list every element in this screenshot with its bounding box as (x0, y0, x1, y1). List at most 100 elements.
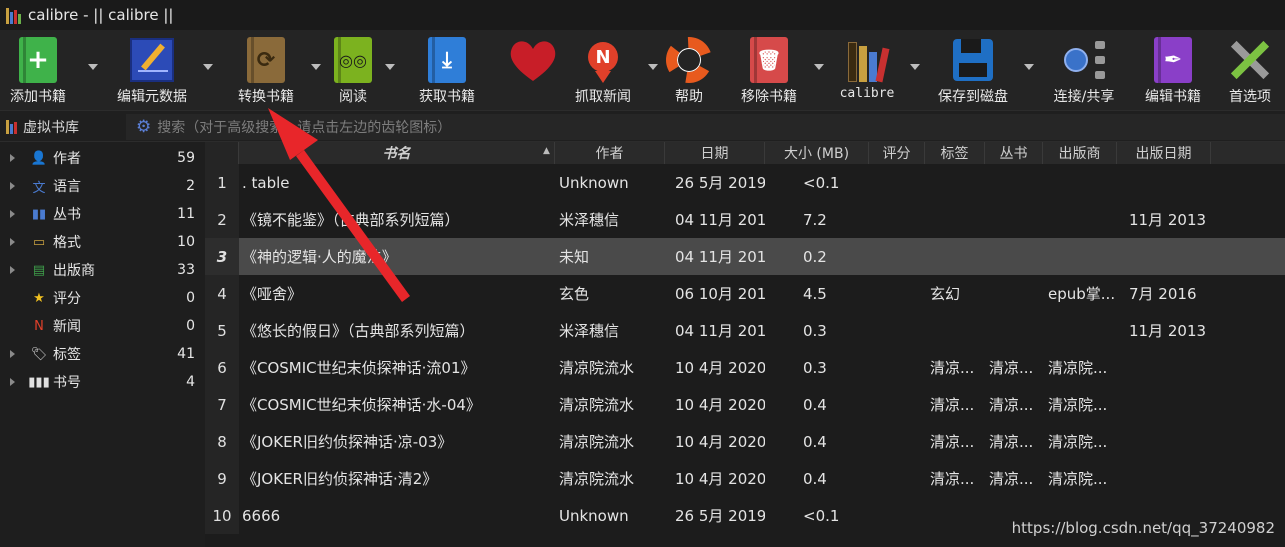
virtual-library-icon (6, 120, 17, 134)
column-header[interactable]: 出版日期 (1117, 142, 1211, 164)
sidebar-item[interactable]: ▤ 出版商 33 (0, 256, 205, 284)
cell-series (985, 312, 1043, 349)
expand-arrow-icon[interactable] (10, 266, 15, 274)
sidebar-item[interactable]: ▮▮▮ 书号 4 (0, 368, 205, 396)
identifier-icon: ▮▮▮ (28, 374, 50, 390)
remove-book-button[interactable]: 🗑 移除书籍 (736, 30, 802, 110)
remove-book-icon: 🗑 (744, 35, 794, 85)
sidebar-item[interactable]: 🏷 标签 41 (0, 340, 205, 368)
table-row[interactable]: 8 《JOKER旧约侦探神话·凉-03》 清凉院流水 10 4月 2020 0.4 清凉.… (205, 423, 1285, 460)
table-row[interactable]: 9 《JOKER旧约侦探神话·清2》 清凉院流水 10 4月 2020 0.4 清凉...… (205, 460, 1285, 497)
sidebar-item[interactable]: N 新闻 0 (0, 312, 205, 340)
table-row[interactable]: 6 《COSMIC世纪末侦探神话·流01》 清凉院流水 10 4月 2020 0.3 清凉… (205, 349, 1285, 386)
cell-rating (869, 386, 925, 423)
row-number: 4 (205, 275, 239, 312)
tag-icon: 🏷 (30, 346, 48, 362)
expand-arrow-icon[interactable] (10, 210, 15, 218)
column-header[interactable]: 评分 (869, 142, 925, 164)
read-book-dropdown-arrow[interactable] (385, 64, 395, 70)
sidebar-item-label: 出版商 (53, 263, 95, 279)
remove-book-dropdown-arrow[interactable] (814, 64, 824, 70)
sidebar-item-count: 2 (186, 178, 195, 194)
get-books-icon: ⤓ (422, 35, 472, 85)
sidebar-item-count: 59 (177, 150, 195, 166)
expand-arrow-icon[interactable] (10, 154, 15, 162)
sidebar-item[interactable]: 文语言 2 (0, 172, 205, 200)
help-button[interactable]: 帮助 (664, 30, 714, 110)
sidebar-item-label: 标签 (53, 347, 81, 363)
cell-publisher: 清凉院... (1048, 359, 1108, 377)
cell-title: 《神的逻辑·人的魔法》 (242, 248, 397, 266)
edit-metadata-dropdown-arrow[interactable] (203, 64, 213, 70)
sidebar-item-label: 新闻 (53, 319, 81, 335)
cell-pubdate (1117, 164, 1211, 201)
donate-heart-button[interactable] (506, 30, 560, 110)
cell-title: 《哑舍》 (242, 285, 303, 303)
expand-arrow-icon[interactable] (10, 350, 15, 358)
add-book-dropdown-arrow[interactable] (88, 64, 98, 70)
get-books-button[interactable]: ⤓ 获取书籍 (414, 30, 480, 110)
sidebar-item-count: 4 (186, 374, 195, 390)
expand-arrow-icon[interactable] (10, 378, 15, 386)
column-header[interactable]: 日期 (665, 142, 765, 164)
add-book-button[interactable]: + 添加书籍 (8, 30, 68, 110)
sidebar-item[interactable]: ▮▮ 丛书 11 (0, 200, 205, 228)
gear-icon[interactable]: ⚙ (136, 117, 151, 137)
sidebar-item[interactable]: ▭ 格式 10 (0, 228, 205, 256)
read-book-button[interactable]: ◎◎ 阅读 (328, 30, 378, 110)
series-icon: ▮▮ (31, 206, 47, 222)
column-header[interactable]: 作者 (555, 142, 665, 164)
row-number: 9 (205, 460, 239, 497)
save-to-disk-dropdown-arrow[interactable] (1024, 64, 1034, 70)
sidebar-item[interactable]: 👤 作者 59 (0, 144, 205, 172)
sort-ascending-icon[interactable]: ▲ (543, 146, 550, 156)
table-header: 书名 ▲ 作者 日期 大小 (MB) 评分 标签 丛书 出版商 出版日期 (205, 142, 1285, 164)
table-row[interactable]: 4《哑舍》 玄色 06 10月 2019 4.5 玄幻 epub掌... 7月 2016 (205, 275, 1285, 312)
edit-book-button[interactable]: ✒ 编辑书籍 (1142, 30, 1204, 110)
cell-series (985, 201, 1043, 238)
column-header[interactable]: 标签 (925, 142, 985, 164)
column-header[interactable]: 出版商 (1043, 142, 1117, 164)
sidebar-item-label: 语言 (53, 179, 81, 195)
library-button[interactable]: calibre (836, 30, 898, 110)
cell-pubdate (1117, 423, 1211, 460)
cell-size: 0.3 (803, 358, 827, 377)
heart-icon (508, 35, 558, 85)
edit-metadata-button[interactable]: 编辑元数据 (112, 30, 192, 110)
column-header[interactable]: 丛书 (985, 142, 1043, 164)
convert-book-dropdown-arrow[interactable] (311, 64, 321, 70)
cell-date: 10 4月 2020 (675, 470, 765, 488)
table-row[interactable]: 2《镜不能鉴》（古典部系列短篇） 米泽穗信 04 11月 2018 7.2 11月 20… (205, 201, 1285, 238)
cell-size: <0.1 (803, 173, 840, 192)
sidebar-item[interactable]: ★ 评分 0 (0, 284, 205, 312)
table-row[interactable]: 3《神的逻辑·人的魔法》 未知 04 11月 2018 0.2 (205, 238, 1285, 275)
column-header[interactable]: 大小 (MB) (765, 142, 869, 164)
connect-share-button[interactable]: 连接/共享 (1046, 30, 1122, 110)
expand-arrow-icon[interactable] (10, 182, 15, 190)
fetch-news-dropdown-arrow[interactable] (648, 64, 658, 70)
cell-tags: 清凉... (930, 470, 975, 488)
column-header[interactable]: 书名 (239, 142, 555, 164)
preferences-button[interactable]: 首选项 (1222, 30, 1278, 110)
search-input[interactable]: ⚙ 搜索（对于高级搜索，请点击左边的齿轮图标） (126, 114, 1285, 140)
fetch-news-button[interactable]: N 抓取新闻 (570, 30, 636, 110)
cell-rating (869, 238, 925, 275)
save-to-disk-button[interactable]: 保存到磁盘 (932, 30, 1014, 110)
cell-title: 《JOKER旧约侦探神话·凉-03》 (242, 433, 453, 451)
expand-arrow-icon[interactable] (10, 238, 15, 246)
table-row[interactable]: 1. table Unknown 26 5月 2019 <0.1 (205, 164, 1285, 201)
cell-publisher: 清凉院... (1048, 470, 1108, 488)
cell-pubdate (1117, 386, 1211, 423)
table-row[interactable]: 7 《COSMIC世纪末侦探神话·水-04》 清凉院流水 10 4月 2020 0.4 清… (205, 386, 1285, 423)
cell-tags: 清凉... (930, 359, 975, 377)
cell-series: 清凉... (989, 396, 1034, 414)
library-dropdown-arrow[interactable] (910, 64, 920, 70)
cell-rating (869, 275, 925, 312)
cell-date: 10 4月 2020 (675, 433, 765, 451)
convert-book-button[interactable]: ⟳ 转换书籍 (236, 30, 296, 110)
table-row[interactable]: 5《悠长的假日》（古典部系列短篇） 米泽穗信 04 11月 2018 0.3 11月 2… (205, 312, 1285, 349)
format-icon: ▭ (32, 234, 46, 250)
cell-author: 清凉院流水 (559, 359, 635, 377)
book-list-table: 书名 ▲ 作者 日期 大小 (MB) 评分 标签 丛书 出版商 出版日期 1. table Unkn… (205, 142, 1285, 547)
virtual-library-button[interactable]: 虚拟书库 (6, 117, 79, 137)
